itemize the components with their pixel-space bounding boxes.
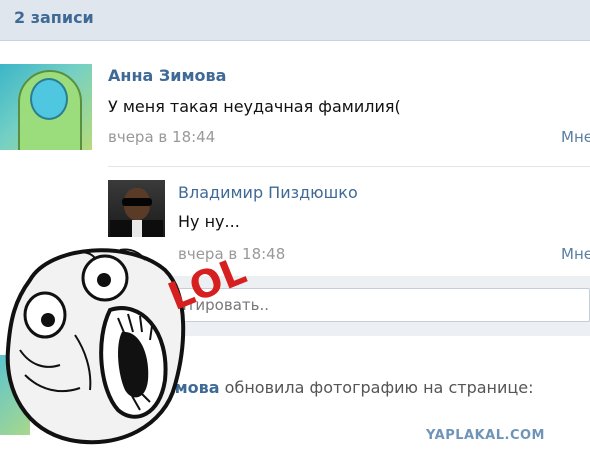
divider xyxy=(108,166,590,167)
like-link[interactable]: Мне xyxy=(561,128,590,146)
watermark: YAPLAKAL.COM xyxy=(426,428,545,443)
posts-count-header: 2 записи xyxy=(0,0,590,41)
reply-like-link[interactable]: Мне xyxy=(561,245,590,263)
post-author-name[interactable]: Анна Зимова xyxy=(108,66,226,85)
anna-avatar[interactable] xyxy=(0,64,92,150)
reply-author-name[interactable]: Владимир Пиздюшко xyxy=(178,183,358,202)
post-text: У меня такая неудачная фамилия( xyxy=(108,97,401,116)
reply-text: Ну ну... xyxy=(178,212,240,231)
vladimir-avatar[interactable] xyxy=(108,180,165,237)
posts-count-title: 2 записи xyxy=(14,8,94,27)
post-date[interactable]: вчера в 18:44 xyxy=(108,128,215,146)
post2-action-text: обновила фотографию на странице: xyxy=(219,378,534,397)
